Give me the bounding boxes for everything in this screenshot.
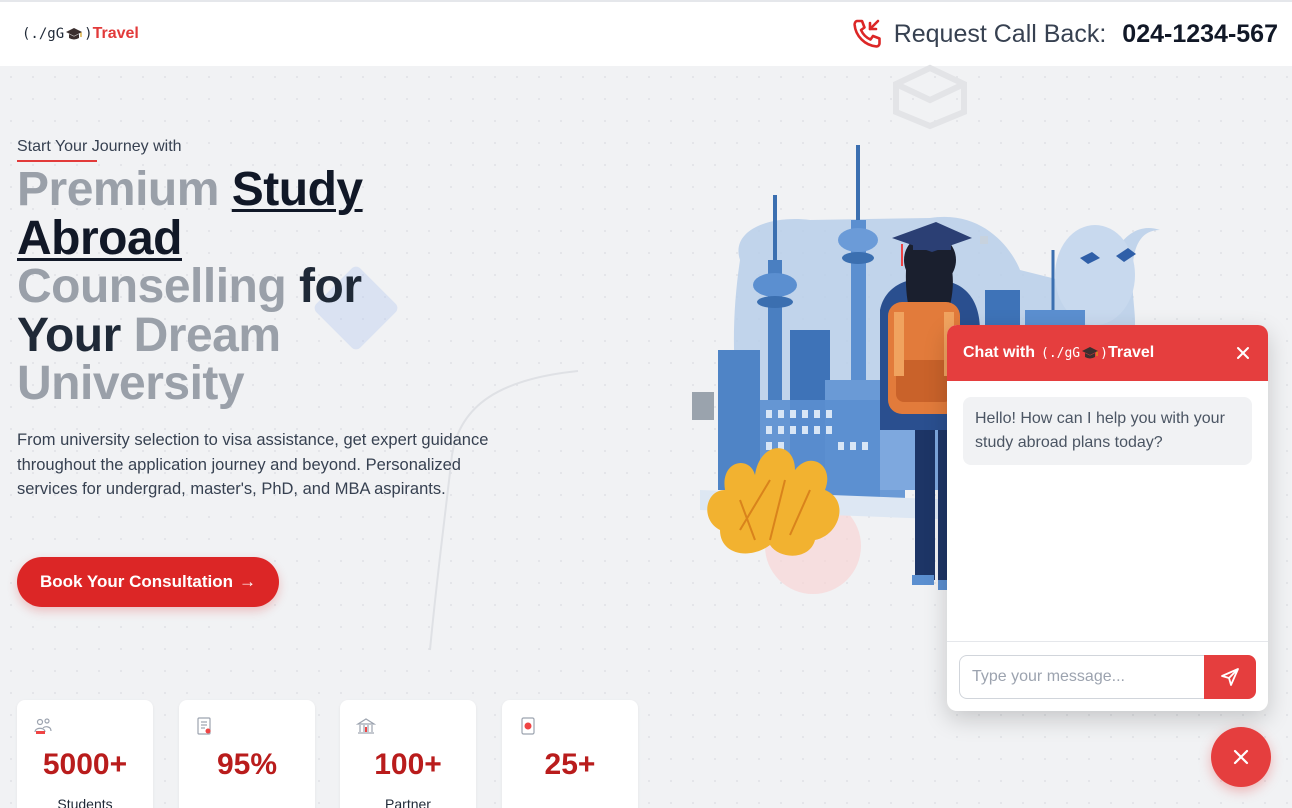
title-word-premium: Premium [17, 163, 219, 216]
chat-title: Chat with (./gG ) Travel [963, 344, 1154, 362]
chat-title-code-close: ) [1100, 345, 1108, 361]
graduation-cap-icon [1082, 347, 1099, 359]
curve-decoration [429, 370, 579, 651]
send-icon [1221, 668, 1239, 686]
book-consultation-button[interactable]: Book Your Consultation → [17, 557, 279, 607]
chat-composer [947, 641, 1268, 711]
send-message-button[interactable] [1204, 655, 1256, 699]
phone-callback-icon [852, 19, 881, 48]
stat-value: 5000+ [42, 748, 128, 781]
stat-card-countries: 25+ [502, 700, 638, 808]
cta-label: Book Your Consultation [40, 572, 233, 591]
chat-header: Chat with (./gG ) Travel [947, 325, 1268, 381]
title-word-your: Your [17, 308, 121, 362]
stat-value: 100+ [374, 748, 442, 781]
stat-card-students: 5000+ Students [17, 700, 153, 808]
graduation-cap-icon [66, 28, 83, 40]
building-icon [356, 718, 376, 734]
chat-title-prefix: Chat with [963, 344, 1035, 361]
stat-label: Students [57, 796, 113, 808]
logo[interactable]: (./gG ) Travel [22, 25, 139, 43]
request-callback[interactable]: Request Call Back: 024-1234-567 [850, 17, 1278, 51]
title-word-study: Study [231, 163, 363, 216]
stat-label: Partner [385, 796, 431, 808]
chat-message-bot: Hello! How can I help you with your stud… [963, 397, 1252, 465]
hero-description: From university selection to visa assist… [17, 431, 489, 498]
chat-toggle-button[interactable] [1211, 727, 1271, 787]
logo-brand: Travel [92, 25, 139, 42]
title-word-counselling: Counselling [17, 260, 287, 313]
logo-code: (./gG [22, 26, 65, 42]
stat-card-partners: 100+ Partner [340, 700, 476, 808]
chat-title-brand: Travel [1107, 344, 1155, 361]
passport-icon [521, 717, 535, 735]
callback-number[interactable]: 024-1234-567 [1122, 20, 1278, 49]
title-word-dream: Dream [133, 308, 281, 362]
hero-eyebrow: Start Your Journey with [17, 138, 182, 155]
chat-title-code: (./gG [1041, 345, 1081, 361]
callback-label: Request Call Back: [893, 19, 1107, 48]
chat-messages: Hello! How can I help you with your stud… [947, 381, 1268, 641]
close-icon [1233, 749, 1249, 765]
title-word-for: for [299, 260, 362, 313]
arrow-right-icon: → [238, 572, 256, 591]
eyebrow-underline [17, 160, 97, 162]
stat-value: 25+ [544, 748, 596, 781]
title-word-abroad: Abroad [17, 211, 183, 265]
students-icon [34, 718, 52, 734]
title-word-university: University [17, 357, 245, 410]
document-icon [197, 717, 211, 735]
hero-title: Premium Study Abroad Counselling for You… [17, 163, 437, 410]
chat-widget: Chat with (./gG ) Travel Hello! How can … [947, 325, 1268, 711]
stat-card-success: 95% [179, 700, 315, 808]
chat-message-input[interactable] [959, 655, 1204, 699]
stat-value: 95% [216, 748, 278, 781]
logo-code-close: ) [84, 26, 93, 42]
site-header: (./gG ) Travel Request Call Back: 024-12… [0, 0, 1292, 66]
close-icon[interactable] [1234, 344, 1252, 362]
